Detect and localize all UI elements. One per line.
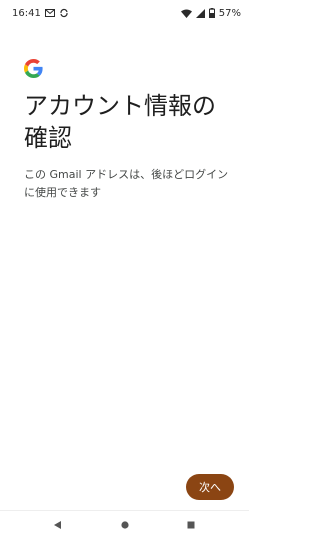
status-right: 57% — [180, 7, 241, 19]
status-bar: 16:41 57% — [0, 0, 249, 26]
next-button[interactable]: 次へ — [186, 474, 234, 500]
cell-signal-icon — [195, 8, 205, 18]
wifi-icon — [180, 9, 192, 18]
status-time: 16:41 — [12, 7, 41, 19]
mail-icon — [44, 9, 55, 17]
description-text: この Gmail アドレスは、後ほどログインに使用できます — [24, 168, 229, 199]
google-logo-icon — [24, 59, 43, 78]
page-title: アカウント情報の確認 — [24, 92, 216, 152]
navigation-bar — [0, 510, 249, 539]
status-left: 16:41 — [12, 8, 69, 19]
battery-icon — [208, 8, 215, 18]
recents-icon[interactable] — [185, 519, 197, 531]
home-icon[interactable] — [119, 519, 131, 531]
sync-icon — [59, 8, 69, 18]
battery-percent: 57% — [218, 7, 241, 19]
back-icon[interactable] — [52, 519, 64, 531]
